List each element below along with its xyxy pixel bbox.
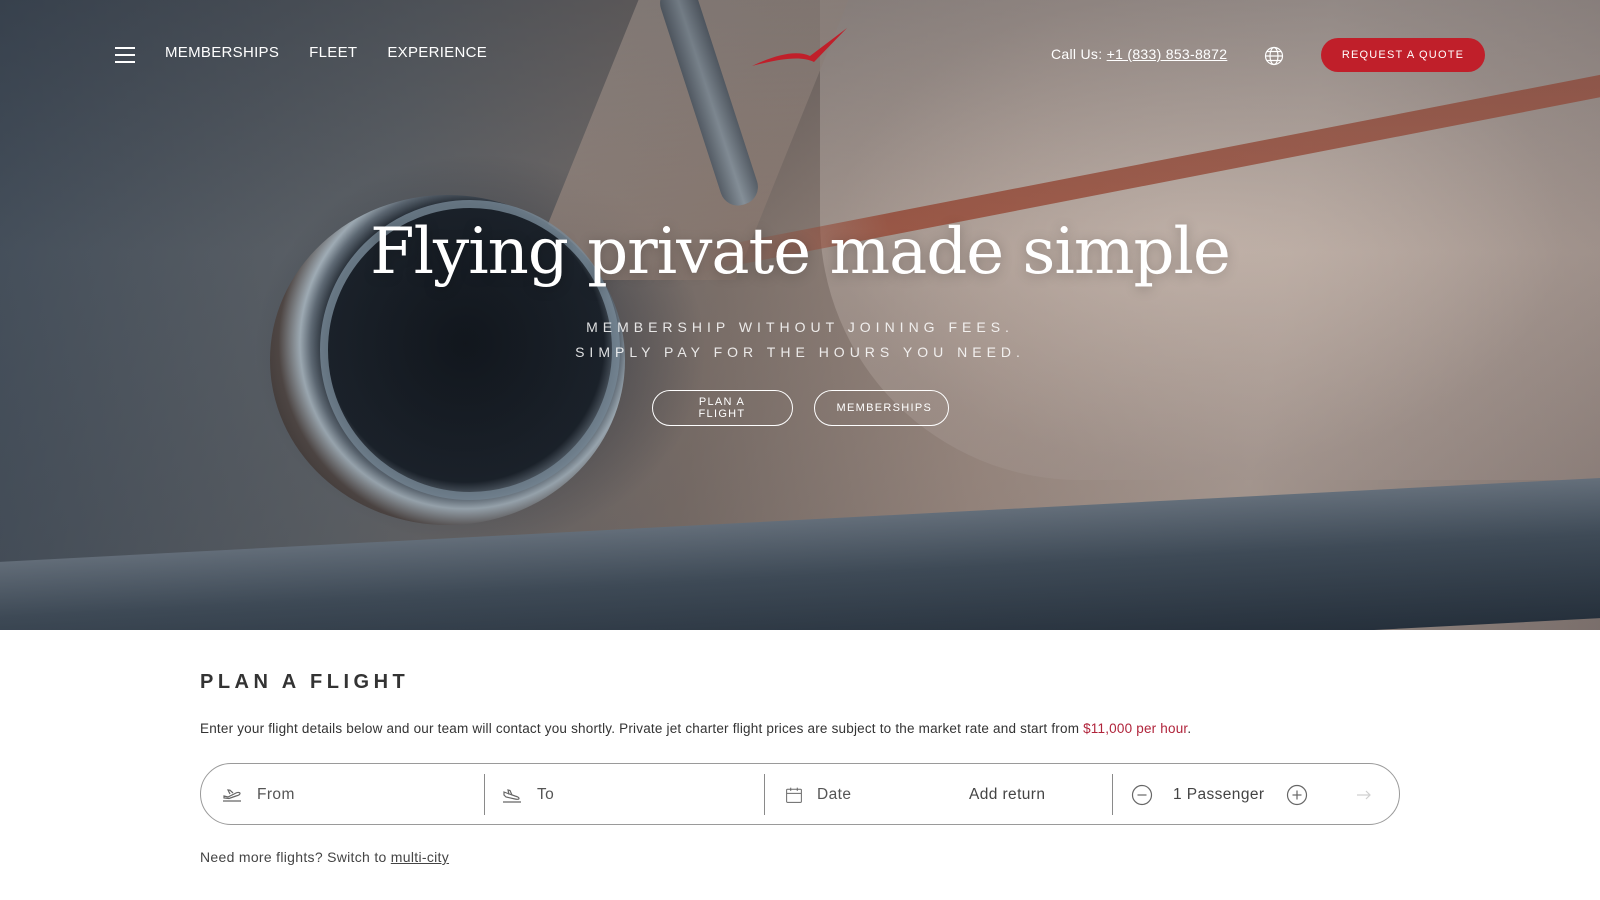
multi-city-link[interactable]: multi-city xyxy=(391,849,449,865)
to-placeholder: To xyxy=(537,786,555,803)
top-navigation: MEMBERSHIPS FLEET EXPERIENCE Call Us: +1… xyxy=(0,0,1600,110)
field-divider xyxy=(484,774,485,815)
hero-image-wing xyxy=(0,475,1600,630)
phone-link[interactable]: +1 (833) 853-8872 xyxy=(1107,46,1228,62)
hero-title: Flying private made simple xyxy=(370,215,1231,289)
price-highlight: $11,000 per hour xyxy=(1083,721,1188,736)
flight-search-form: From To Date Add return 1 Passenger xyxy=(200,763,1400,825)
plan-description-end: . xyxy=(1187,721,1192,736)
plan-flight-description: Enter your flight details below and our … xyxy=(200,721,1191,736)
minus-circle-icon[interactable] xyxy=(1131,784,1153,806)
plus-circle-icon[interactable] xyxy=(1286,784,1308,806)
hero-subtitle-line1: MEMBERSHIP WITHOUT JOINING FEES. xyxy=(586,319,1014,335)
add-return-link[interactable]: Add return xyxy=(969,764,1045,826)
multi-city-note: Need more flights? Switch to multi-city xyxy=(200,849,449,865)
to-field[interactable]: To xyxy=(501,764,554,826)
departure-icon xyxy=(223,789,241,802)
globe-icon[interactable] xyxy=(1264,46,1284,66)
calendar-icon xyxy=(786,787,802,803)
request-quote-button[interactable]: REQUEST A QUOTE xyxy=(1321,38,1485,72)
plan-a-flight-button[interactable]: PLAN A FLIGHT xyxy=(651,390,793,426)
nav-link-experience[interactable]: EXPERIENCE xyxy=(387,44,487,61)
from-field[interactable]: From xyxy=(221,764,295,826)
hero-subtitle-line2: SIMPLY PAY FOR THE HOURS YOU NEED. xyxy=(575,344,1025,360)
date-placeholder: Date xyxy=(817,786,852,803)
logo-bird-icon[interactable] xyxy=(752,26,847,71)
nav-links: MEMBERSHIPS FLEET EXPERIENCE xyxy=(165,44,487,61)
arrival-icon xyxy=(503,789,521,803)
hero-buttons: PLAN A FLIGHT MEMBERSHIPS xyxy=(0,390,1600,426)
call-us: Call Us: +1 (833) 853-8872 xyxy=(1051,46,1227,62)
plan-flight-title: PLAN A FLIGHT xyxy=(200,671,410,693)
memberships-button[interactable]: MEMBERSHIPS xyxy=(813,390,949,426)
date-field[interactable]: Date xyxy=(785,764,851,826)
field-divider xyxy=(1112,774,1113,815)
from-placeholder: From xyxy=(257,786,295,803)
field-divider xyxy=(764,774,765,815)
menu-icon[interactable] xyxy=(115,47,135,63)
multi-city-prefix: Need more flights? Switch to xyxy=(200,849,391,865)
passenger-count: 1 Passenger xyxy=(1173,786,1265,803)
nav-link-memberships[interactable]: MEMBERSHIPS xyxy=(165,44,279,61)
arrow-right-icon[interactable] xyxy=(1355,786,1373,804)
nav-link-fleet[interactable]: FLEET xyxy=(309,44,357,61)
plan-description-text: Enter your flight details below and our … xyxy=(200,721,1084,736)
call-us-label: Call Us: xyxy=(1051,46,1103,62)
